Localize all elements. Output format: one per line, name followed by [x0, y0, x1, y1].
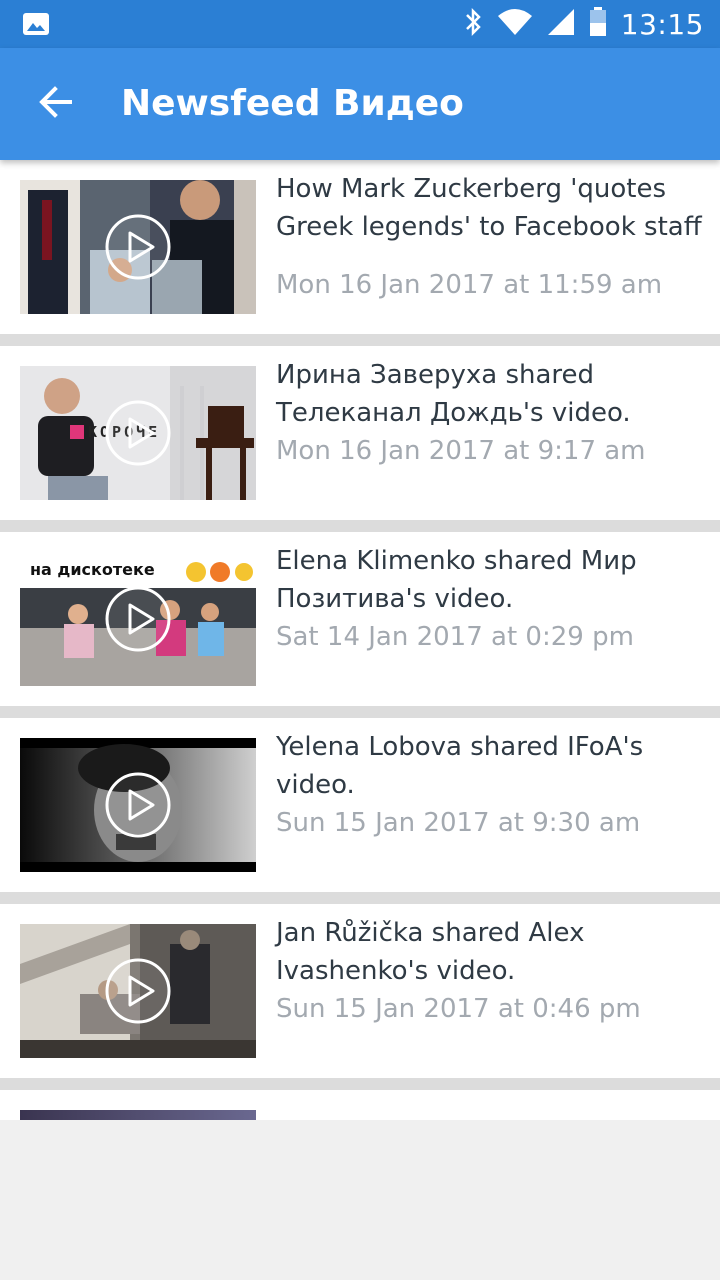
feed-item[interactable]	[0, 1090, 720, 1120]
feed-item[interactable]: Yelena Lobova shared IFoA's video. Sun 1…	[0, 718, 720, 892]
play-circle-icon[interactable]	[105, 958, 171, 1024]
item-date: Mon 16 Jan 2017 at 9:17 am	[276, 436, 646, 466]
feed-item[interactable]: КОРОЧЕ Ирина Заверуха shared Телеканал Д…	[0, 346, 720, 520]
status-icons: 13:15	[463, 0, 704, 48]
bluetooth-icon	[463, 7, 483, 41]
feed-item[interactable]: Jan Růžička shared Alex Ivashenko's vide…	[0, 904, 720, 1078]
video-thumbnail[interactable]	[20, 924, 256, 1058]
video-thumbnail[interactable]: КОРОЧЕ	[20, 366, 256, 500]
tv-logo-icon	[70, 425, 84, 439]
app-bar: Newsfeed Видео	[0, 48, 720, 160]
item-date: Sun 15 Jan 2017 at 0:46 pm	[276, 994, 641, 1024]
item-title[interactable]: Jan Růžička shared Alex Ivashenko's vide…	[276, 914, 706, 990]
play-circle-icon[interactable]	[105, 400, 171, 466]
item-date: Sat 14 Jan 2017 at 0:29 pm	[276, 622, 634, 652]
video-thumbnail[interactable]	[20, 1110, 256, 1120]
battery-icon	[589, 7, 607, 41]
empty-area	[0, 1120, 720, 1280]
arrow-back-icon	[38, 84, 74, 124]
item-date: Sun 15 Jan 2017 at 9:30 am	[276, 808, 641, 838]
back-button[interactable]	[24, 76, 88, 132]
video-thumbnail[interactable]	[20, 180, 256, 314]
item-title[interactable]: Elena Klimenko shared Мир Позитива's vid…	[276, 542, 706, 618]
thumbnail-caption: на дискотеке	[30, 560, 155, 579]
image-icon	[22, 12, 50, 40]
video-feed[interactable]: How Mark Zuckerberg 'quotes Greek legend…	[0, 160, 720, 1120]
page-title: Newsfeed Видео	[121, 83, 464, 124]
item-title[interactable]: Yelena Lobova shared IFoA's video.	[276, 728, 706, 804]
item-title[interactable]: Ирина Заверуха shared Телеканал Дождь's …	[276, 356, 706, 432]
status-bar: 13:15	[0, 0, 720, 48]
item-title[interactable]: How Mark Zuckerberg 'quotes Greek legend…	[276, 170, 706, 246]
video-thumbnail[interactable]: на дискотеке	[20, 552, 256, 686]
item-date: Mon 16 Jan 2017 at 11:59 am	[276, 270, 663, 300]
feed-item[interactable]: на дискотеке Elena Klimenko shared Мир П…	[0, 532, 720, 706]
video-thumbnail[interactable]	[20, 738, 256, 872]
play-circle-icon[interactable]	[105, 214, 171, 280]
signal-icon	[547, 8, 575, 40]
feed-item[interactable]: How Mark Zuckerberg 'quotes Greek legend…	[0, 160, 720, 334]
wifi-icon	[497, 8, 533, 40]
play-circle-icon[interactable]	[105, 772, 171, 838]
play-circle-icon[interactable]	[105, 586, 171, 652]
clock: 13:15	[620, 7, 704, 41]
